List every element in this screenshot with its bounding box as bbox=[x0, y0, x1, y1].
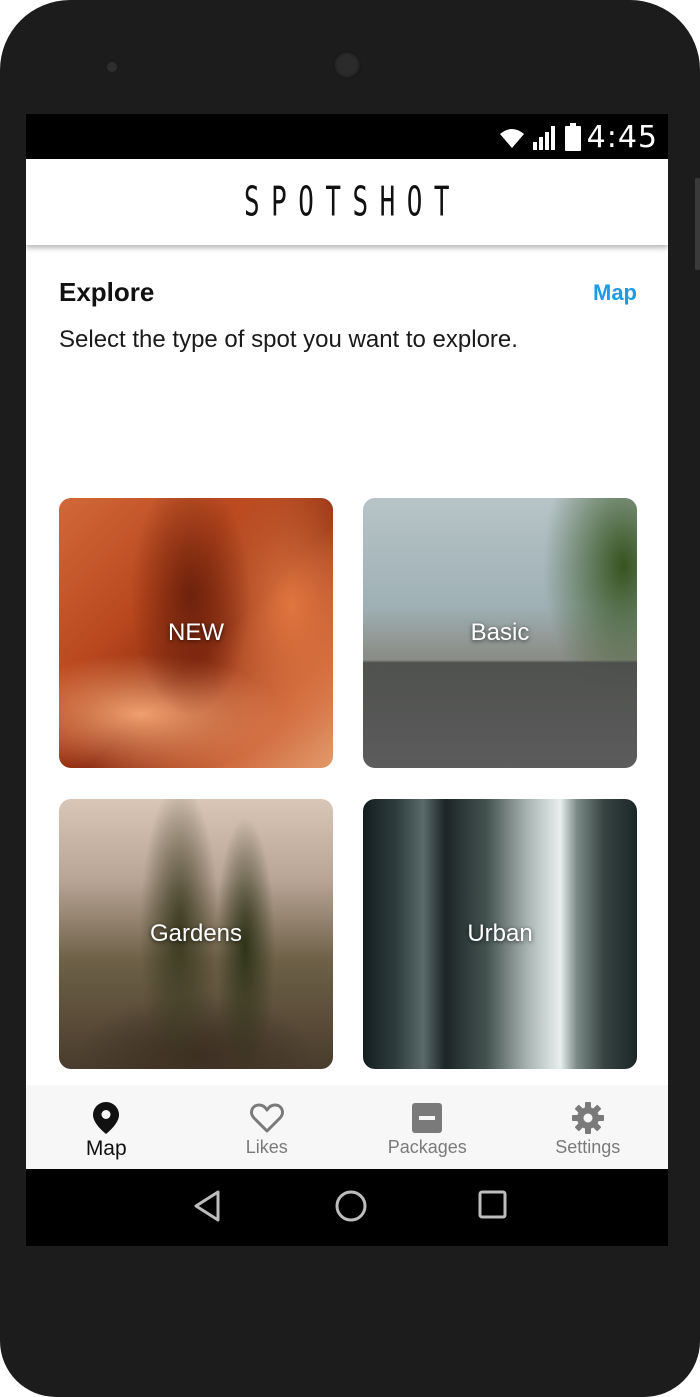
map-link[interactable]: Map bbox=[593, 280, 637, 306]
recents-icon[interactable] bbox=[478, 1189, 508, 1221]
screen: 4:45 SPOTSHOT Explore Map Select the typ… bbox=[26, 114, 668, 1246]
status-icons: 4:45 bbox=[497, 117, 658, 157]
section-title: Explore bbox=[59, 277, 155, 307]
explore-content: Explore Map Select the type of spot you … bbox=[26, 245, 668, 1085]
tile-label: Basic bbox=[470, 619, 530, 646]
phone-frame: 4:45 SPOTSHOT Explore Map Select the typ… bbox=[0, 0, 700, 1397]
gear-icon bbox=[571, 1101, 604, 1135]
nav-label-map: Map bbox=[85, 1137, 127, 1160]
explore-subtitle: Select the type of spot you want to expl… bbox=[59, 326, 518, 353]
home-icon[interactable] bbox=[334, 1189, 368, 1223]
wifi-icon bbox=[499, 129, 524, 148]
tile-label: Urban bbox=[467, 920, 533, 947]
battery-icon bbox=[564, 123, 581, 151]
tile-label: Gardens bbox=[149, 920, 243, 947]
proximity-sensor bbox=[107, 62, 117, 72]
nav-label-likes: Likes bbox=[245, 1137, 288, 1157]
category-tile-new[interactable]: NEW bbox=[59, 498, 333, 768]
bottom-nav: Map Likes Packages Settings bbox=[26, 1085, 668, 1169]
package-icon bbox=[412, 1101, 443, 1135]
front-camera bbox=[333, 51, 361, 79]
back-icon[interactable] bbox=[192, 1189, 222, 1223]
nav-item-likes[interactable]: Likes bbox=[187, 1085, 348, 1169]
category-tile-gardens[interactable]: Gardens bbox=[59, 799, 333, 1069]
heart-icon bbox=[249, 1101, 284, 1135]
nav-label-packages: Packages bbox=[387, 1137, 467, 1157]
system-nav-bar bbox=[26, 1169, 668, 1246]
nav-item-packages[interactable]: Packages bbox=[347, 1085, 508, 1169]
nav-label-settings: Settings bbox=[555, 1137, 621, 1157]
status-time: 4:45 bbox=[586, 119, 658, 155]
category-tile-basic[interactable]: Basic bbox=[363, 498, 637, 768]
status-bar: 4:45 bbox=[26, 114, 668, 159]
nav-item-map[interactable]: Map bbox=[26, 1085, 187, 1169]
tile-label: NEW bbox=[168, 619, 224, 646]
map-pin-icon bbox=[93, 1101, 120, 1135]
app-header: SPOTSHOT bbox=[26, 159, 668, 245]
nav-item-settings[interactable]: Settings bbox=[508, 1085, 669, 1169]
category-tile-urban[interactable]: Urban bbox=[363, 799, 637, 1069]
power-button bbox=[695, 178, 700, 270]
signal-icon bbox=[532, 126, 555, 150]
app-logo: SPOTSHOT bbox=[244, 178, 462, 226]
